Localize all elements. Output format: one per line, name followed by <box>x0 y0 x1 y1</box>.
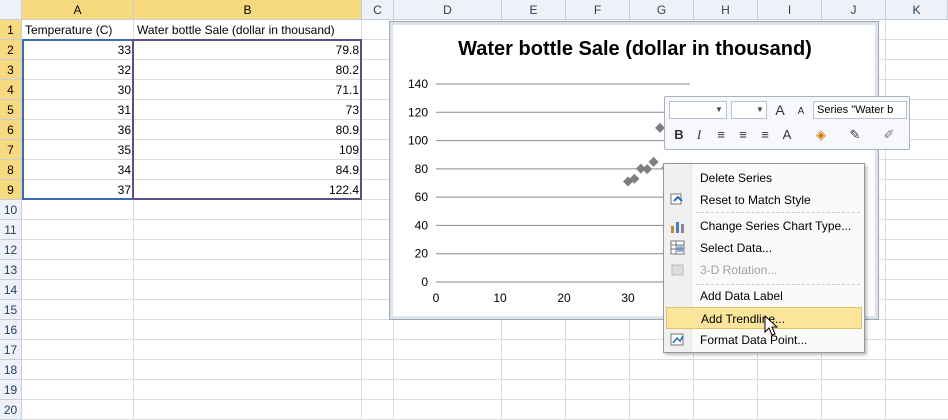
chevron-down-icon[interactable]: ▼ <box>715 105 723 114</box>
menu-separator <box>696 212 860 213</box>
row-header-19[interactable]: 19 <box>0 380 22 400</box>
fill-color-icon[interactable]: ◈ <box>811 125 831 145</box>
y-tick-label: 80 <box>415 162 429 176</box>
column-header-f[interactable]: F <box>566 0 630 20</box>
row-header-8[interactable]: 8 <box>0 160 22 180</box>
x-tick-label: 20 <box>557 291 571 305</box>
data-point-marker[interactable] <box>635 163 646 174</box>
series-selector-combo[interactable]: Series "Water b <box>813 101 907 119</box>
x-range-highlight <box>22 39 134 200</box>
menu-item-reset-style[interactable]: Reset to Match Style <box>666 189 862 211</box>
row-header-5[interactable]: 5 <box>0 100 22 120</box>
row-header-18[interactable]: 18 <box>0 360 22 380</box>
menu-item-change-chart-type[interactable]: Change Series Chart Type... <box>666 215 862 237</box>
column-header-c[interactable]: C <box>362 0 394 20</box>
menu-item-select-data[interactable]: Select Data... <box>666 237 862 259</box>
y-tick-label: 0 <box>421 275 428 289</box>
y-range-highlight <box>132 39 362 200</box>
y-tick-label: 140 <box>408 77 428 91</box>
align-left-icon[interactable]: ≡ <box>711 125 731 145</box>
y-tick-label: 60 <box>415 190 429 204</box>
align-center-icon[interactable]: ≡ <box>733 125 753 145</box>
column-header-g[interactable]: G <box>630 0 694 20</box>
y-tick-label: 40 <box>415 218 429 232</box>
row-header-20[interactable]: 20 <box>0 400 22 420</box>
x-tick-label: 10 <box>493 291 507 305</box>
row-header-10[interactable]: 10 <box>0 200 22 220</box>
menu-item-delete-series[interactable]: Delete Series <box>666 167 862 189</box>
mini-toolbar: ▼ ▼ A A Series "Water b B I ≡ ≡ ≡ A ◈ ✎ … <box>664 96 910 150</box>
column-header-d[interactable]: D <box>394 0 502 20</box>
mouse-cursor-icon <box>764 314 780 340</box>
cell-b1-header[interactable]: Water bottle Sale (dollar in thousand) <box>134 20 362 40</box>
format-painter-icon[interactable]: ✐ <box>879 125 899 145</box>
row-header-7[interactable]: 7 <box>0 140 22 160</box>
column-header-h[interactable]: H <box>694 0 758 20</box>
row-header-6[interactable]: 6 <box>0 120 22 140</box>
column-header-b[interactable]: B <box>134 0 362 20</box>
row-header-13[interactable]: 13 <box>0 260 22 280</box>
data-point-marker[interactable] <box>648 156 659 167</box>
row-header-3[interactable]: 3 <box>0 60 22 80</box>
menu-item-add-data-label[interactable]: Add Data Label <box>666 285 862 307</box>
column-header-a[interactable]: A <box>22 0 134 20</box>
align-right-icon[interactable]: ≡ <box>755 125 775 145</box>
row-header-15[interactable]: 15 <box>0 300 22 320</box>
grow-font-button[interactable]: A <box>770 100 790 120</box>
column-header-j[interactable]: J <box>822 0 886 20</box>
row-header-16[interactable]: 16 <box>0 320 22 340</box>
column-header-e[interactable]: E <box>502 0 566 20</box>
cell-a1-header[interactable]: Temperature (C) <box>22 20 134 40</box>
row-header-2[interactable]: 2 <box>0 40 22 60</box>
shrink-font-button[interactable]: A <box>791 102 811 122</box>
column-header-k[interactable]: K <box>886 0 948 20</box>
row-header-17[interactable]: 17 <box>0 340 22 360</box>
outline-color-icon[interactable]: ✎ <box>845 125 865 145</box>
y-tick-label: 120 <box>408 105 428 119</box>
italic-button[interactable]: I <box>689 125 709 145</box>
chevron-down-icon[interactable]: ▼ <box>756 105 764 114</box>
bold-button[interactable]: B <box>669 125 689 145</box>
row-header-9[interactable]: 9 <box>0 180 22 200</box>
row-header-1[interactable]: 1 <box>0 20 22 40</box>
row-header-12[interactable]: 12 <box>0 240 22 260</box>
row-header-11[interactable]: 11 <box>0 220 22 240</box>
y-tick-label: 100 <box>408 134 428 148</box>
row-header-4[interactable]: 4 <box>0 80 22 100</box>
x-tick-label: 0 <box>433 291 440 305</box>
y-tick-label: 20 <box>415 247 429 261</box>
menu-item-3d-rotation: 3-D Rotation... <box>700 263 778 277</box>
font-color-button[interactable]: A <box>777 125 797 145</box>
x-tick-label: 30 <box>621 291 635 305</box>
column-header-i[interactable]: I <box>758 0 822 20</box>
row-header-14[interactable]: 14 <box>0 280 22 300</box>
select-all-corner[interactable] <box>0 0 22 20</box>
